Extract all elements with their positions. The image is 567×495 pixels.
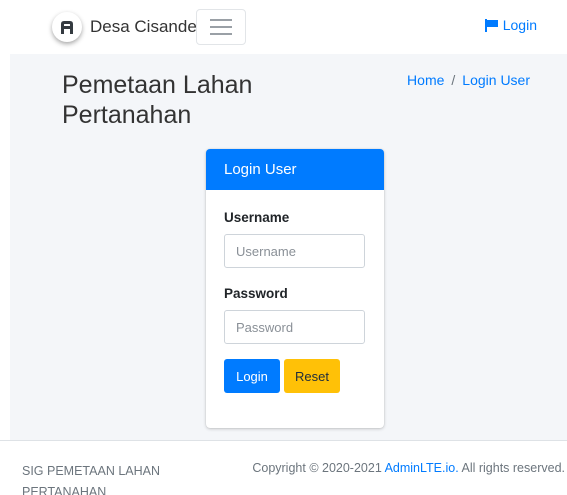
breadcrumb-separator: / bbox=[451, 72, 456, 88]
breadcrumb: Home / Login User bbox=[407, 72, 530, 88]
login-button[interactable]: Login bbox=[224, 359, 280, 393]
password-label: Password bbox=[224, 286, 288, 301]
breadcrumb-home[interactable]: Home bbox=[407, 72, 444, 88]
copyright-prefix: Copyright © 2020-2021 bbox=[252, 461, 382, 475]
login-card-header: Login User bbox=[206, 149, 384, 190]
nav-login-label: Login bbox=[502, 17, 537, 33]
adminlte-link[interactable]: AdminLTE.io. bbox=[385, 461, 459, 475]
password-input[interactable] bbox=[224, 310, 365, 344]
login-form: Username Password Login Reset bbox=[206, 210, 384, 393]
content-wrapper: Pemetaan Lahan Pertanahan Home / Login U… bbox=[10, 54, 567, 440]
hamburger-icon bbox=[210, 19, 232, 21]
username-label: Username bbox=[224, 210, 290, 225]
footer: SIG PEMETAAN LAHAN PERTANAHAN Copyright … bbox=[0, 440, 567, 495]
footer-copyright: Copyright © 2020-2021 AdminLTE.io. All r… bbox=[252, 461, 565, 475]
top-navbar: Desa Cisande Login bbox=[0, 0, 567, 54]
brand-logo-icon bbox=[52, 12, 82, 42]
breadcrumb-current: Login User bbox=[462, 72, 530, 88]
footer-app-name: SIG PEMETAAN LAHAN PERTANAHAN bbox=[22, 464, 160, 495]
brand-text: Desa Cisande bbox=[90, 17, 197, 36]
brand[interactable]: Desa Cisande bbox=[52, 10, 197, 44]
nav-login-link[interactable]: Login bbox=[484, 17, 537, 33]
reset-button[interactable]: Reset bbox=[284, 359, 340, 393]
username-input[interactable] bbox=[224, 234, 365, 268]
copyright-suffix: All rights reserved. bbox=[461, 461, 565, 475]
form-buttons: Login Reset bbox=[224, 359, 366, 393]
sidebar-toggle-button[interactable] bbox=[196, 9, 246, 45]
flag-icon bbox=[484, 18, 498, 32]
login-card: Login User Username Password Login Reset bbox=[206, 149, 384, 428]
page-title: Pemetaan Lahan Pertanahan bbox=[62, 71, 253, 129]
